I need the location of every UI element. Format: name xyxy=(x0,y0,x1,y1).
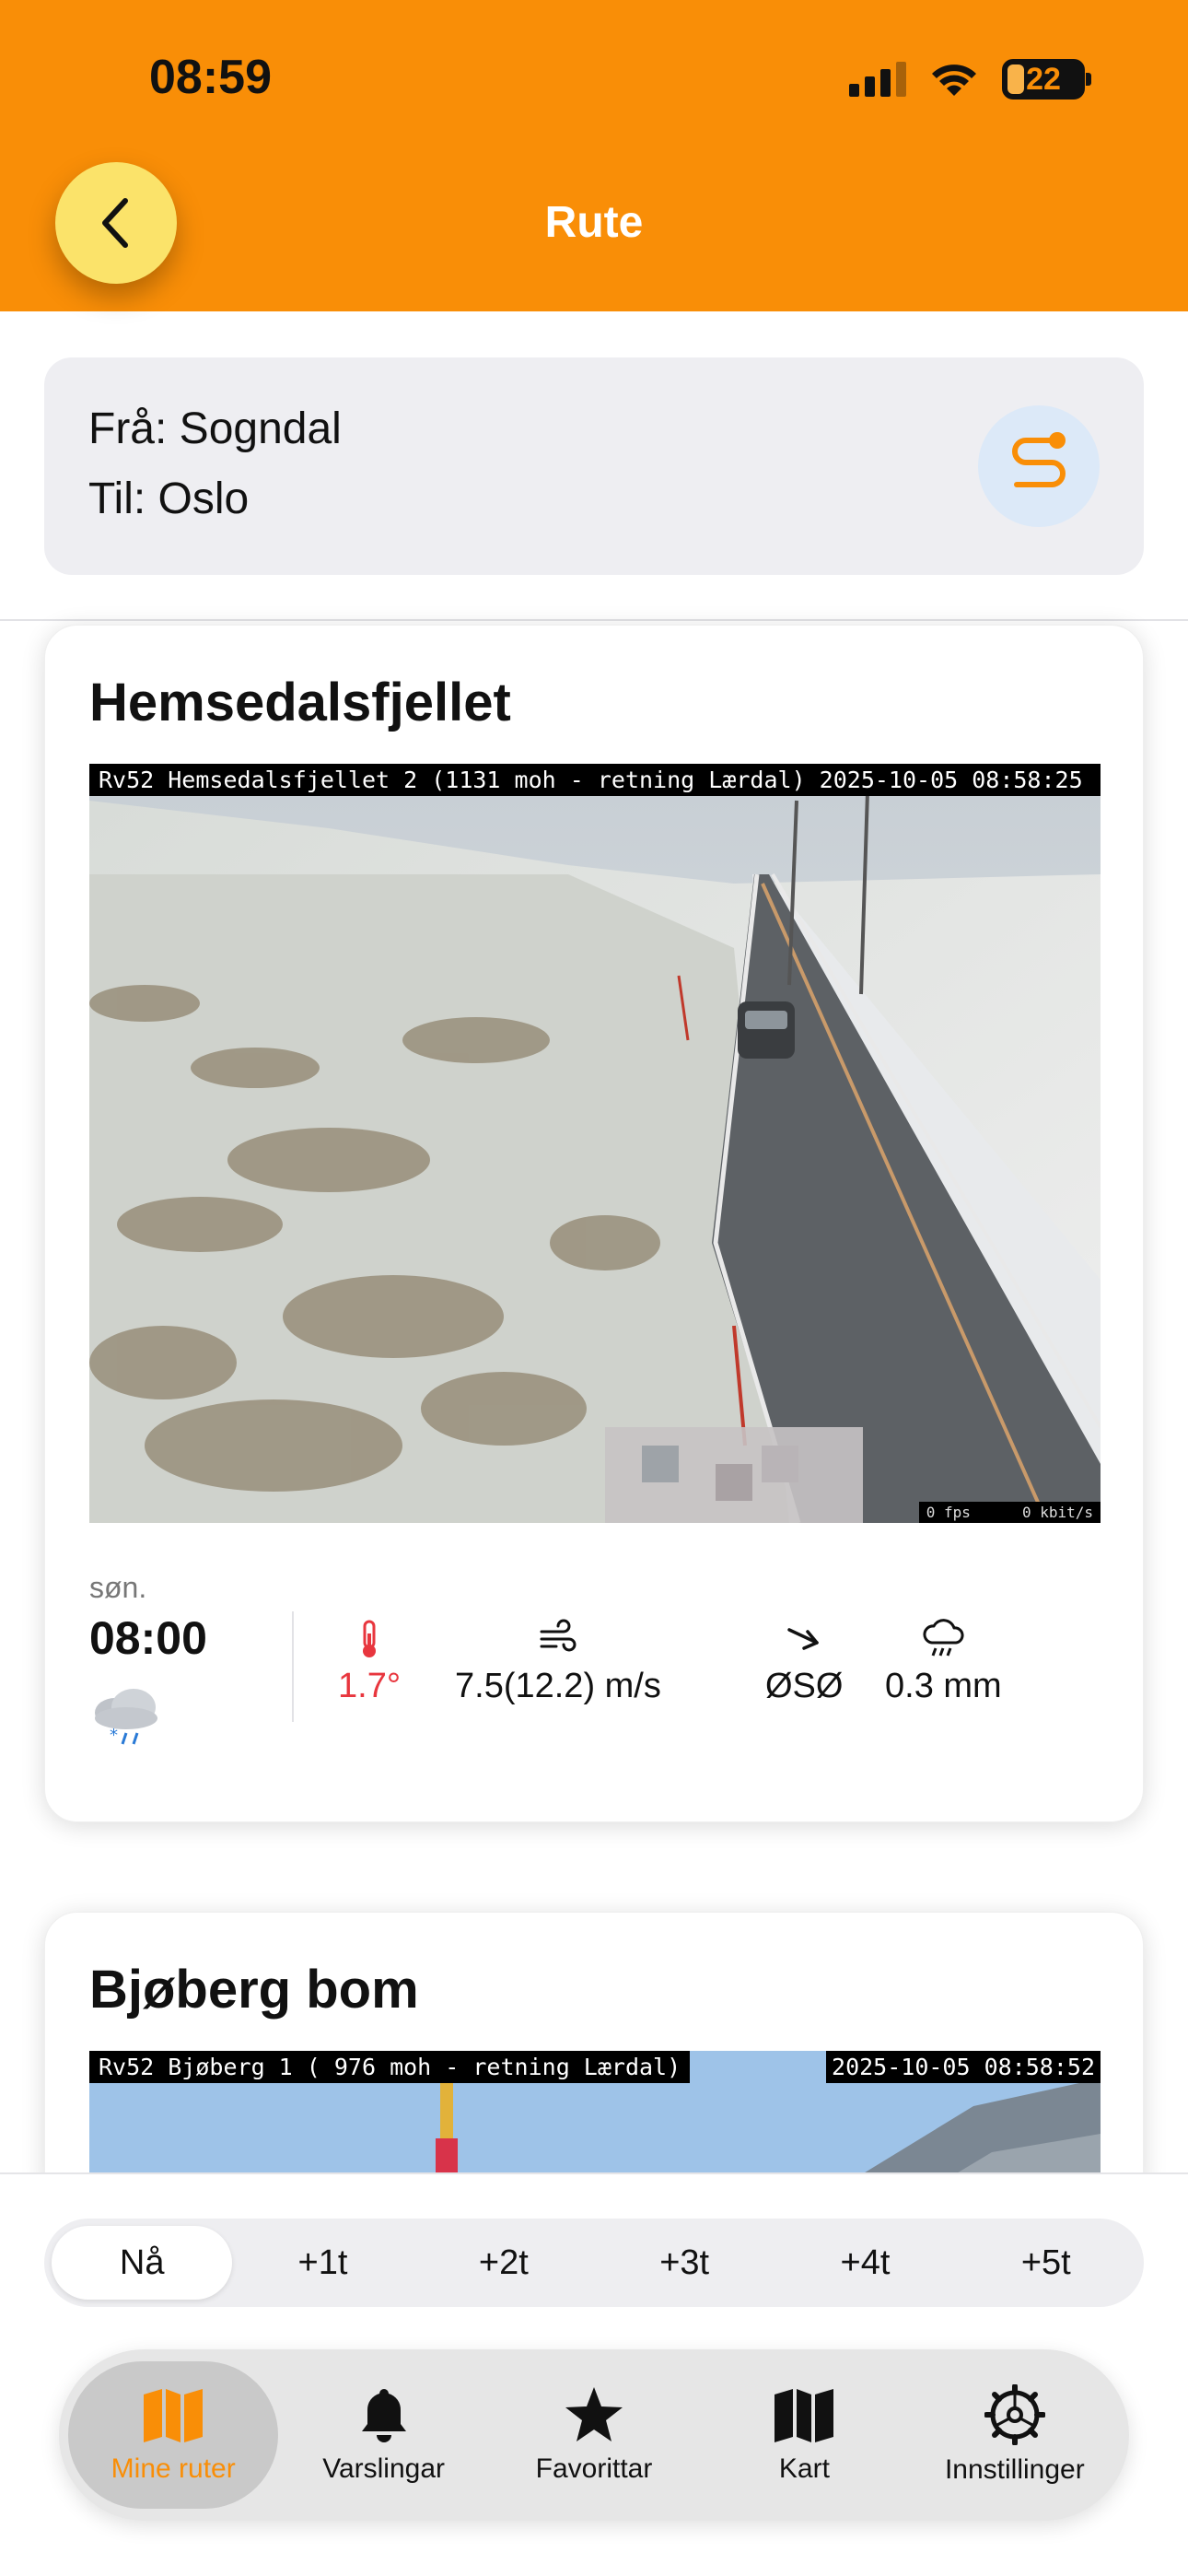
route-edit-button[interactable] xyxy=(978,405,1100,527)
tab-label: Varslingar xyxy=(322,2453,446,2484)
webcam-scene xyxy=(89,764,1101,1523)
app-header: 08:59 22 Rute xyxy=(0,0,1188,311)
route-summary-card: Frå: Sogndal Til: Oslo xyxy=(44,357,1144,575)
webcam-caption: Rv52 Hemsedalsfjellet 2 (1131 moh - retn… xyxy=(89,764,1101,796)
section-divider xyxy=(0,619,1188,621)
camera-name: Hemsedalsfjellet xyxy=(89,673,511,732)
tab-favorittar[interactable]: Favorittar xyxy=(489,2361,699,2509)
bottom-bar: Nå +1t +2t +3t +4t +5t Mine ruter Varsli… xyxy=(0,2172,1188,2576)
tab-label: Mine ruter xyxy=(111,2453,236,2484)
tab-kart[interactable]: Kart xyxy=(699,2361,909,2509)
tab-varslingar[interactable]: Varslingar xyxy=(278,2361,488,2509)
forecast-day: søn. xyxy=(89,1571,147,1604)
wind-direction: ØSØ xyxy=(765,1667,844,1705)
wind-direction-arrow-icon xyxy=(787,1628,819,1650)
sleet-cloud-icon: * xyxy=(89,1685,163,1754)
camera-card[interactable]: Hemsedalsfjellet Rv52 Hemsedalsfjellet 2… xyxy=(44,625,1144,1822)
gear-icon xyxy=(984,2384,1045,2445)
route-from: Frå: Sogndal xyxy=(88,404,342,453)
tab-innstillinger[interactable]: Innstillinger xyxy=(910,2361,1120,2509)
forecast-time: 08:00 xyxy=(89,1612,207,1664)
camera-name: Bjøberg bom xyxy=(89,1960,419,2020)
wind-direction-block: ØSØ xyxy=(765,1619,843,1706)
webcam-caption: Rv52 Bjøberg 1 ( 976 moh - retning Lærda… xyxy=(89,2051,691,2083)
battery-level: 22 xyxy=(1026,61,1061,97)
camera-card[interactable]: Bjøberg bom Rv52 Bjøberg 1 ( 976 moh - r… xyxy=(44,1912,1144,2207)
forecast-divider xyxy=(292,1611,294,1722)
star-icon xyxy=(565,2387,623,2441)
wind-speed: 7.5(12.2) m/s xyxy=(455,1667,661,1705)
segment-plus-2h[interactable]: +2t xyxy=(413,2226,594,2300)
battery-icon: 22 xyxy=(1002,59,1091,100)
map-icon xyxy=(144,2389,204,2442)
webcam-fps: 0 fps xyxy=(926,1504,971,1521)
precipitation-block: 0.3 mm xyxy=(885,1619,1002,1706)
webcam-timestamp: 2025-10-05 08:58:52 xyxy=(826,2051,1101,2083)
wifi-icon xyxy=(932,64,976,96)
status-icons: 22 xyxy=(849,59,1091,100)
tab-label: Favorittar xyxy=(535,2453,653,2484)
webcam-image[interactable]: Rv52 Hemsedalsfjellet 2 (1131 moh - retn… xyxy=(89,764,1101,1523)
tab-mine-ruter[interactable]: Mine ruter xyxy=(68,2361,279,2509)
webcam-stats: 0 fps 0 kbit/s xyxy=(918,1502,1101,1523)
segment-plus-3h[interactable]: +3t xyxy=(594,2226,775,2300)
segment-plus-5h[interactable]: +5t xyxy=(956,2226,1136,2300)
thermometer-icon xyxy=(363,1620,377,1657)
segment-plus-4h[interactable]: +4t xyxy=(775,2226,955,2300)
segment-plus-1h[interactable]: +1t xyxy=(232,2226,413,2300)
wind-block: 7.5(12.2) m/s xyxy=(455,1619,661,1706)
rain-cloud-icon xyxy=(923,1619,964,1657)
tab-label: Kart xyxy=(778,2453,830,2484)
wind-icon xyxy=(540,1619,577,1652)
map-icon xyxy=(775,2389,834,2442)
status-time: 08:59 xyxy=(149,51,272,104)
temperature-value: 1.7° xyxy=(338,1667,402,1705)
tab-label: Innstillinger xyxy=(944,2454,1085,2485)
tab-bar: Mine ruter Varslingar Favorittar Kart In… xyxy=(59,2349,1129,2521)
page-title: Rute xyxy=(544,198,644,247)
svg-text:*: * xyxy=(110,1726,118,1745)
bell-icon xyxy=(361,2389,406,2442)
time-segment-control: Nå +1t +2t +3t +4t +5t xyxy=(44,2219,1144,2307)
route-icon xyxy=(1012,432,1066,487)
webcam-bitrate: 0 kbit/s xyxy=(1021,1504,1093,1521)
temperature-block: 1.7° xyxy=(338,1619,401,1706)
segment-now[interactable]: Nå xyxy=(52,2226,233,2300)
precipitation-value: 0.3 mm xyxy=(885,1667,1002,1705)
cellular-signal-icon xyxy=(849,62,906,97)
route-to: Til: Oslo xyxy=(88,474,250,523)
